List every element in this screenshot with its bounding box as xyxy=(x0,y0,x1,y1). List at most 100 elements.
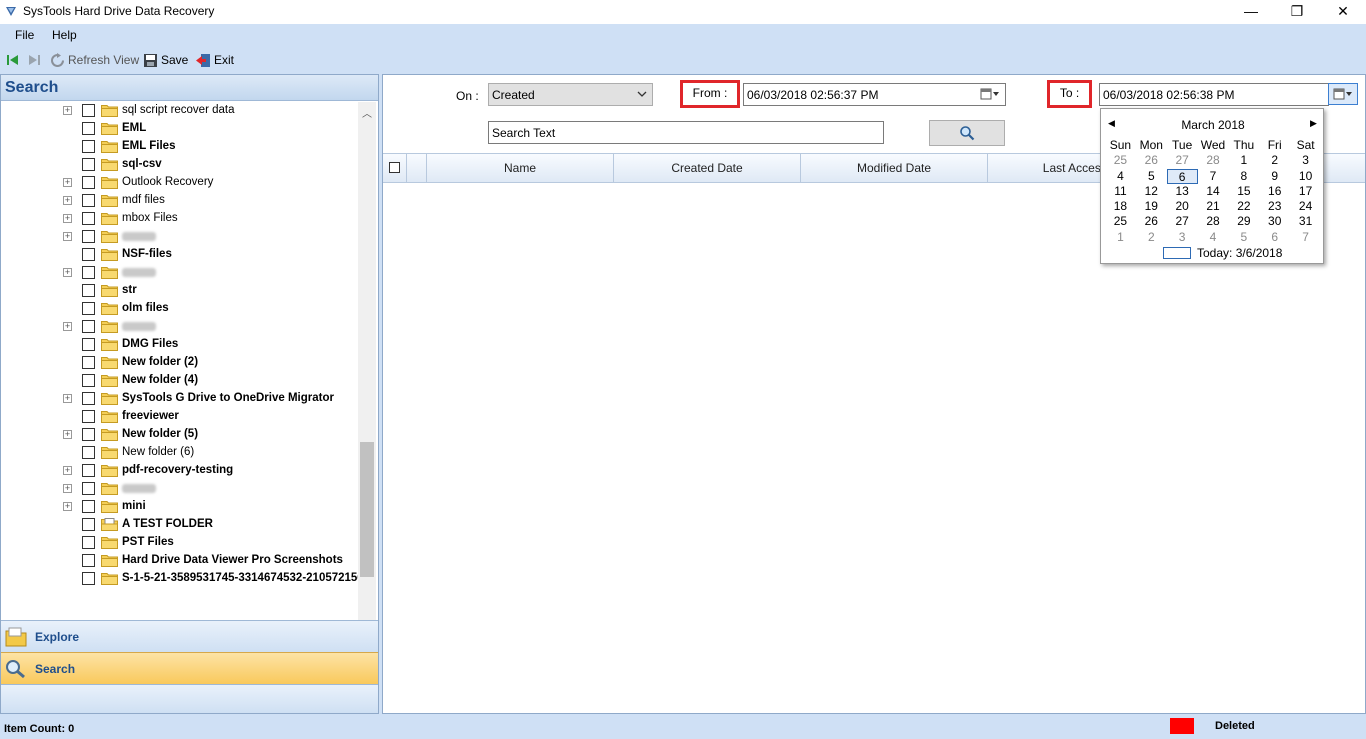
expand-icon[interactable]: + xyxy=(63,178,72,187)
tree-node-checkbox[interactable] xyxy=(82,518,95,531)
restore-button[interactable]: ❐ xyxy=(1274,0,1320,24)
tree-node[interactable]: + xyxy=(1,264,359,282)
calendar-day[interactable]: 28 xyxy=(1198,153,1229,168)
tree-vertical-scrollbar[interactable]: ︿ ﹀ xyxy=(358,102,376,669)
tree-node[interactable]: Hard Drive Data Viewer Pro Screenshots xyxy=(1,552,359,570)
tree-node-checkbox[interactable] xyxy=(82,554,95,567)
calendar-day[interactable]: 19 xyxy=(1136,199,1167,214)
tree-node[interactable]: freeviewer xyxy=(1,408,359,426)
tree-node-checkbox[interactable] xyxy=(82,194,95,207)
column-modified-date[interactable]: Modified Date xyxy=(801,154,988,182)
expand-icon[interactable]: + xyxy=(63,466,72,475)
tree-node[interactable]: + xyxy=(1,318,359,336)
calendar-day[interactable]: 30 xyxy=(1259,214,1290,229)
tree-node[interactable]: + xyxy=(1,480,359,498)
tree-node-checkbox[interactable] xyxy=(82,266,95,279)
calendar-day[interactable]: 25 xyxy=(1105,153,1136,168)
tree-node[interactable]: str xyxy=(1,282,359,300)
expand-icon[interactable]: + xyxy=(63,394,72,403)
calendar-day[interactable]: 1 xyxy=(1105,230,1136,245)
tree-node[interactable]: New folder (6) xyxy=(1,444,359,462)
save-button[interactable]: Save xyxy=(143,52,188,68)
tree-node-checkbox[interactable] xyxy=(82,356,95,369)
exit-button[interactable]: Exit xyxy=(195,52,234,68)
from-date-picker[interactable]: 06/03/2018 02:56:37 PM xyxy=(743,83,1006,106)
refresh-view-button[interactable]: Refresh View xyxy=(50,52,139,68)
search-text-input[interactable]: Search Text xyxy=(488,121,884,144)
calendar-day[interactable]: 12 xyxy=(1136,184,1167,199)
calendar-day[interactable]: 1 xyxy=(1228,153,1259,168)
nav-explore-button[interactable]: Explore xyxy=(1,620,378,652)
calendar-day[interactable]: 9 xyxy=(1259,169,1290,184)
calendar-day[interactable]: 24 xyxy=(1290,199,1321,214)
tree-node[interactable]: + mbox Files xyxy=(1,210,359,228)
tree-node-checkbox[interactable] xyxy=(82,338,95,351)
close-button[interactable]: ✕ xyxy=(1320,0,1366,24)
calendar-day[interactable]: 6 xyxy=(1166,168,1198,184)
tree-node[interactable]: + SysTools G Drive to OneDrive Migrator xyxy=(1,390,359,408)
calendar-day[interactable]: 6 xyxy=(1259,230,1290,245)
tree-node-checkbox[interactable] xyxy=(82,410,95,423)
calendar-day[interactable]: 25 xyxy=(1105,214,1136,229)
to-calendar-button[interactable] xyxy=(1328,83,1358,105)
scroll-thumb[interactable] xyxy=(360,442,374,577)
tree-node[interactable]: New folder (2) xyxy=(1,354,359,372)
calendar-day[interactable]: 26 xyxy=(1136,214,1167,229)
tree-node[interactable]: + pdf-recovery-testing xyxy=(1,462,359,480)
calendar-day[interactable]: 28 xyxy=(1198,214,1229,229)
calendar-day[interactable]: 16 xyxy=(1259,184,1290,199)
tree-node-checkbox[interactable] xyxy=(82,248,95,261)
tree-node-checkbox[interactable] xyxy=(82,500,95,513)
calendar-day[interactable]: 27 xyxy=(1167,214,1198,229)
tree-node-checkbox[interactable] xyxy=(82,122,95,135)
tree-node-checkbox[interactable] xyxy=(82,392,95,405)
tree-node-checkbox[interactable] xyxy=(82,320,95,333)
tree-node-checkbox[interactable] xyxy=(82,158,95,171)
tree-node[interactable]: PST Files xyxy=(1,534,359,552)
calendar-today[interactable]: Today: 3/6/2018 xyxy=(1163,246,1282,260)
tree-node[interactable]: S-1-5-21-3589531745-3314674532-210572156… xyxy=(1,570,359,588)
calendar-day[interactable]: 11 xyxy=(1105,184,1136,199)
tree-node[interactable]: sql-csv xyxy=(1,156,359,174)
tree-node-checkbox[interactable] xyxy=(82,212,95,225)
minimize-button[interactable]: — xyxy=(1228,0,1274,24)
expand-icon[interactable]: + xyxy=(63,196,72,205)
tree-node-checkbox[interactable] xyxy=(82,446,95,459)
tree-node[interactable]: EML xyxy=(1,120,359,138)
tree-node[interactable]: A TEST FOLDER xyxy=(1,516,359,534)
expand-icon[interactable]: + xyxy=(63,214,72,223)
last-button[interactable] xyxy=(27,52,44,68)
calendar-day[interactable]: 3 xyxy=(1290,153,1321,168)
tree-node-checkbox[interactable] xyxy=(82,482,95,495)
tree-node-checkbox[interactable] xyxy=(82,374,95,387)
tree-node-checkbox[interactable] xyxy=(82,464,95,477)
menu-help[interactable]: Help xyxy=(52,28,77,42)
nav-search-button[interactable]: Search xyxy=(1,652,378,684)
tree-node[interactable]: + xyxy=(1,228,359,246)
tree-node-checkbox[interactable] xyxy=(82,284,95,297)
expand-icon[interactable]: + xyxy=(63,106,72,115)
calendar-day[interactable]: 5 xyxy=(1136,169,1167,184)
calendar-day[interactable]: 27 xyxy=(1167,153,1198,168)
calendar-day[interactable]: 10 xyxy=(1290,169,1321,184)
expand-icon[interactable]: + xyxy=(63,232,72,241)
tree-node[interactable]: + New folder (5) xyxy=(1,426,359,444)
expand-icon[interactable]: + xyxy=(63,430,72,439)
expand-icon[interactable]: + xyxy=(63,268,72,277)
tree-node-checkbox[interactable] xyxy=(82,104,95,117)
menu-file[interactable]: File xyxy=(15,28,34,42)
tree-node[interactable]: DMG Files xyxy=(1,336,359,354)
tree-node[interactable]: NSF-files xyxy=(1,246,359,264)
calendar-day[interactable]: 26 xyxy=(1136,153,1167,168)
first-button[interactable] xyxy=(6,52,23,68)
search-button[interactable] xyxy=(929,120,1005,146)
select-all-column[interactable] xyxy=(383,154,407,182)
calendar-day[interactable]: 29 xyxy=(1228,214,1259,229)
tree-node[interactable]: + mdf files xyxy=(1,192,359,210)
tree-node[interactable]: + Outlook Recovery xyxy=(1,174,359,192)
calendar-day[interactable]: 13 xyxy=(1167,184,1198,199)
calendar-day[interactable]: 21 xyxy=(1198,199,1229,214)
to-date-picker[interactable]: 06/03/2018 02:56:38 PM xyxy=(1099,83,1329,106)
calendar-day[interactable]: 14 xyxy=(1198,184,1229,199)
select-all-checkbox[interactable] xyxy=(389,162,400,173)
